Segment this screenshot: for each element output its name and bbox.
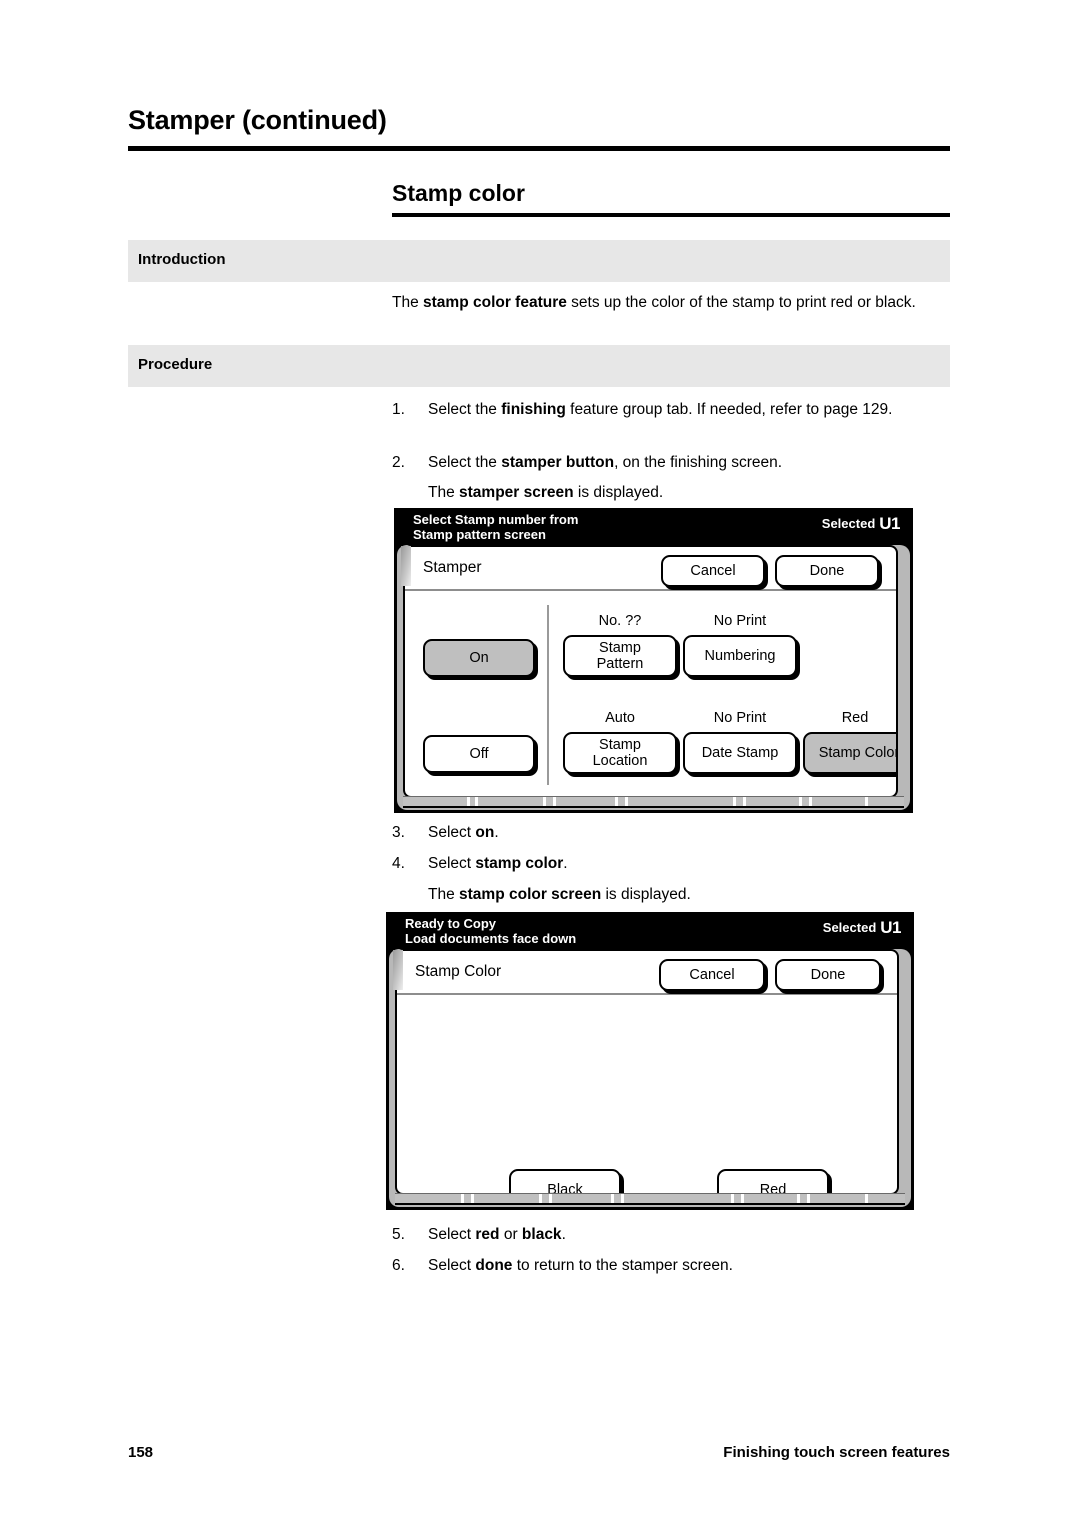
stamp-pattern-label-line-1: Stamp bbox=[599, 640, 641, 656]
introduction-label: Introduction bbox=[138, 251, 226, 268]
step-5-number: 5. bbox=[392, 1226, 405, 1243]
stamper-touch-panel[interactable]: Select Stamp number from Stamp pattern s… bbox=[394, 508, 913, 813]
stamper-selected-label: Selected bbox=[821, 516, 876, 531]
introduction-band: Introduction bbox=[128, 240, 950, 282]
stamp-color-bezel: Stamp Color Cancel Done Black Red bbox=[389, 949, 911, 1207]
stamper-status-line-1: Select Stamp number from bbox=[413, 512, 579, 527]
stamp-location-label-line-1: Stamp bbox=[599, 737, 641, 753]
stamper-done-button[interactable]: Done bbox=[775, 555, 879, 587]
stamper-bezel-shade-icon bbox=[401, 546, 411, 586]
step-6-text: Select done to return to the stamper scr… bbox=[428, 1257, 733, 1274]
substep-after-step-2: The stamper screen is displayed. bbox=[428, 484, 664, 501]
stamp-color-status-bar: Ready to Copy Load documents face down S… bbox=[387, 913, 913, 949]
step-6: 6. Select done to return to the stamper … bbox=[392, 1255, 952, 1277]
procedure-label: Procedure bbox=[138, 356, 213, 373]
step-2: 2. Select the stamper button, on the fin… bbox=[392, 452, 952, 474]
numbering-label: Numbering bbox=[704, 648, 776, 664]
stamper-status-lines: Select Stamp number from Stamp pattern s… bbox=[413, 512, 578, 542]
stamp-color-selected-label: Selected bbox=[822, 920, 877, 935]
chapter-rule bbox=[128, 146, 950, 151]
step-3: 3. Select on. bbox=[392, 822, 952, 844]
step-6-number: 6. bbox=[392, 1257, 405, 1274]
stamp-pattern-button[interactable]: Stamp Pattern bbox=[563, 635, 677, 677]
step-4-text: Select stamp color. bbox=[428, 855, 568, 872]
stamp-location-value-caption: Auto bbox=[605, 710, 635, 726]
stamp-color-touch-panel[interactable]: Ready to Copy Load documents face down S… bbox=[386, 912, 914, 1210]
numbering-value-caption: No Print bbox=[713, 613, 767, 629]
stamp-color-screen-title: Stamp Color bbox=[415, 963, 502, 980]
step-1-number: 1. bbox=[392, 401, 405, 418]
stamp-color-title-bar: Stamp Color Cancel Done bbox=[397, 951, 897, 995]
stamper-on-button[interactable]: On bbox=[423, 639, 535, 677]
stamper-feature-tab-strip[interactable] bbox=[403, 796, 904, 808]
introduction-text-bold: stamp color feature bbox=[423, 294, 567, 311]
step-2-text: Select the stamper button, on the finish… bbox=[428, 454, 783, 471]
stamp-color-screen: Stamp Color Cancel Done Black Red bbox=[395, 949, 899, 1195]
stamp-color-button[interactable]: Stamp Color bbox=[803, 732, 898, 774]
stamp-color-feature-tab-strip[interactable] bbox=[395, 1193, 905, 1205]
step-4: 4. Select stamp color. bbox=[392, 853, 952, 875]
stamper-screen-title: Stamper bbox=[423, 559, 482, 576]
step-1: 1. Select the finishing feature group ta… bbox=[392, 399, 952, 421]
introduction-text-after: sets up the color of the stamp to print … bbox=[566, 294, 916, 311]
substep-after-step-4: The stamp color screen is displayed. bbox=[428, 886, 691, 903]
step-1-text: Select the finishing feature group tab. … bbox=[428, 401, 893, 418]
stamp-location-button[interactable]: Stamp Location bbox=[563, 732, 677, 774]
red-color-button[interactable]: Red bbox=[717, 1169, 829, 1193]
black-color-button[interactable]: Black bbox=[509, 1169, 621, 1193]
stamper-bezel: Stamper Cancel Done On Off No. ?? No Pri… bbox=[397, 545, 910, 810]
page-title: Stamper (continued) bbox=[128, 105, 387, 135]
section-title: Stamp color bbox=[392, 180, 525, 206]
step-5-text: Select red or black. bbox=[428, 1226, 566, 1243]
stamp-color-selected-value: U1 bbox=[880, 918, 901, 937]
step-5: 5. Select red or black. bbox=[392, 1224, 952, 1246]
stamp-location-label-line-2: Location bbox=[592, 753, 648, 769]
step-4-number: 4. bbox=[392, 855, 405, 872]
date-stamp-label: Date Stamp bbox=[701, 745, 779, 761]
stamper-status-bar: Select Stamp number from Stamp pattern s… bbox=[395, 509, 912, 545]
section-rule bbox=[392, 213, 950, 217]
stamp-color-cancel-button[interactable]: Cancel bbox=[659, 959, 765, 991]
stamper-cancel-button[interactable]: Cancel bbox=[661, 555, 765, 587]
stamper-selected-value: U1 bbox=[879, 514, 900, 533]
stamper-screen: Stamper Cancel Done On Off No. ?? No Pri… bbox=[403, 545, 898, 798]
stamp-color-done-button[interactable]: Done bbox=[775, 959, 881, 991]
stamp-pattern-label-line-2: Pattern bbox=[596, 656, 644, 672]
manual-page: Stamper (continued) Stamp color Introduc… bbox=[0, 0, 1080, 1528]
step-3-text: Select on. bbox=[428, 824, 499, 841]
stamp-color-label: Stamp Color bbox=[818, 745, 898, 761]
stamper-column-divider bbox=[547, 605, 549, 785]
numbering-button[interactable]: Numbering bbox=[683, 635, 797, 677]
introduction-text-before: The bbox=[392, 294, 424, 311]
step-2-number: 2. bbox=[392, 454, 405, 471]
stamper-title-bar: Stamper Cancel Done bbox=[405, 547, 896, 591]
date-stamp-button[interactable]: Date Stamp bbox=[683, 732, 797, 774]
stamper-selected-indicator: Selected U1 bbox=[821, 514, 901, 534]
stamper-off-button[interactable]: Off bbox=[423, 735, 535, 773]
introduction-text: The stamp color feature sets up the colo… bbox=[392, 292, 950, 313]
step-3-number: 3. bbox=[392, 824, 405, 841]
stamper-status-line-2: Stamp pattern screen bbox=[413, 527, 546, 542]
stamp-color-status-line-1: Ready to Copy bbox=[405, 916, 497, 931]
stamp-color-selected-indicator: Selected U1 bbox=[822, 918, 902, 938]
stamp-pattern-value-caption: No. ?? bbox=[598, 613, 642, 629]
procedure-band: Procedure bbox=[128, 345, 950, 387]
date-stamp-value-caption: No Print bbox=[713, 710, 767, 726]
footer-page-number: 158 bbox=[128, 1444, 154, 1461]
stamp-color-status-line-2: Load documents face down bbox=[405, 931, 577, 946]
footer-running-text: Finishing touch screen features bbox=[723, 1444, 950, 1461]
stamp-color-status-lines: Ready to Copy Load documents face down bbox=[405, 916, 576, 946]
stamp-color-value-caption: Red bbox=[841, 710, 869, 726]
stamp-color-bezel-shade-icon bbox=[393, 950, 403, 990]
